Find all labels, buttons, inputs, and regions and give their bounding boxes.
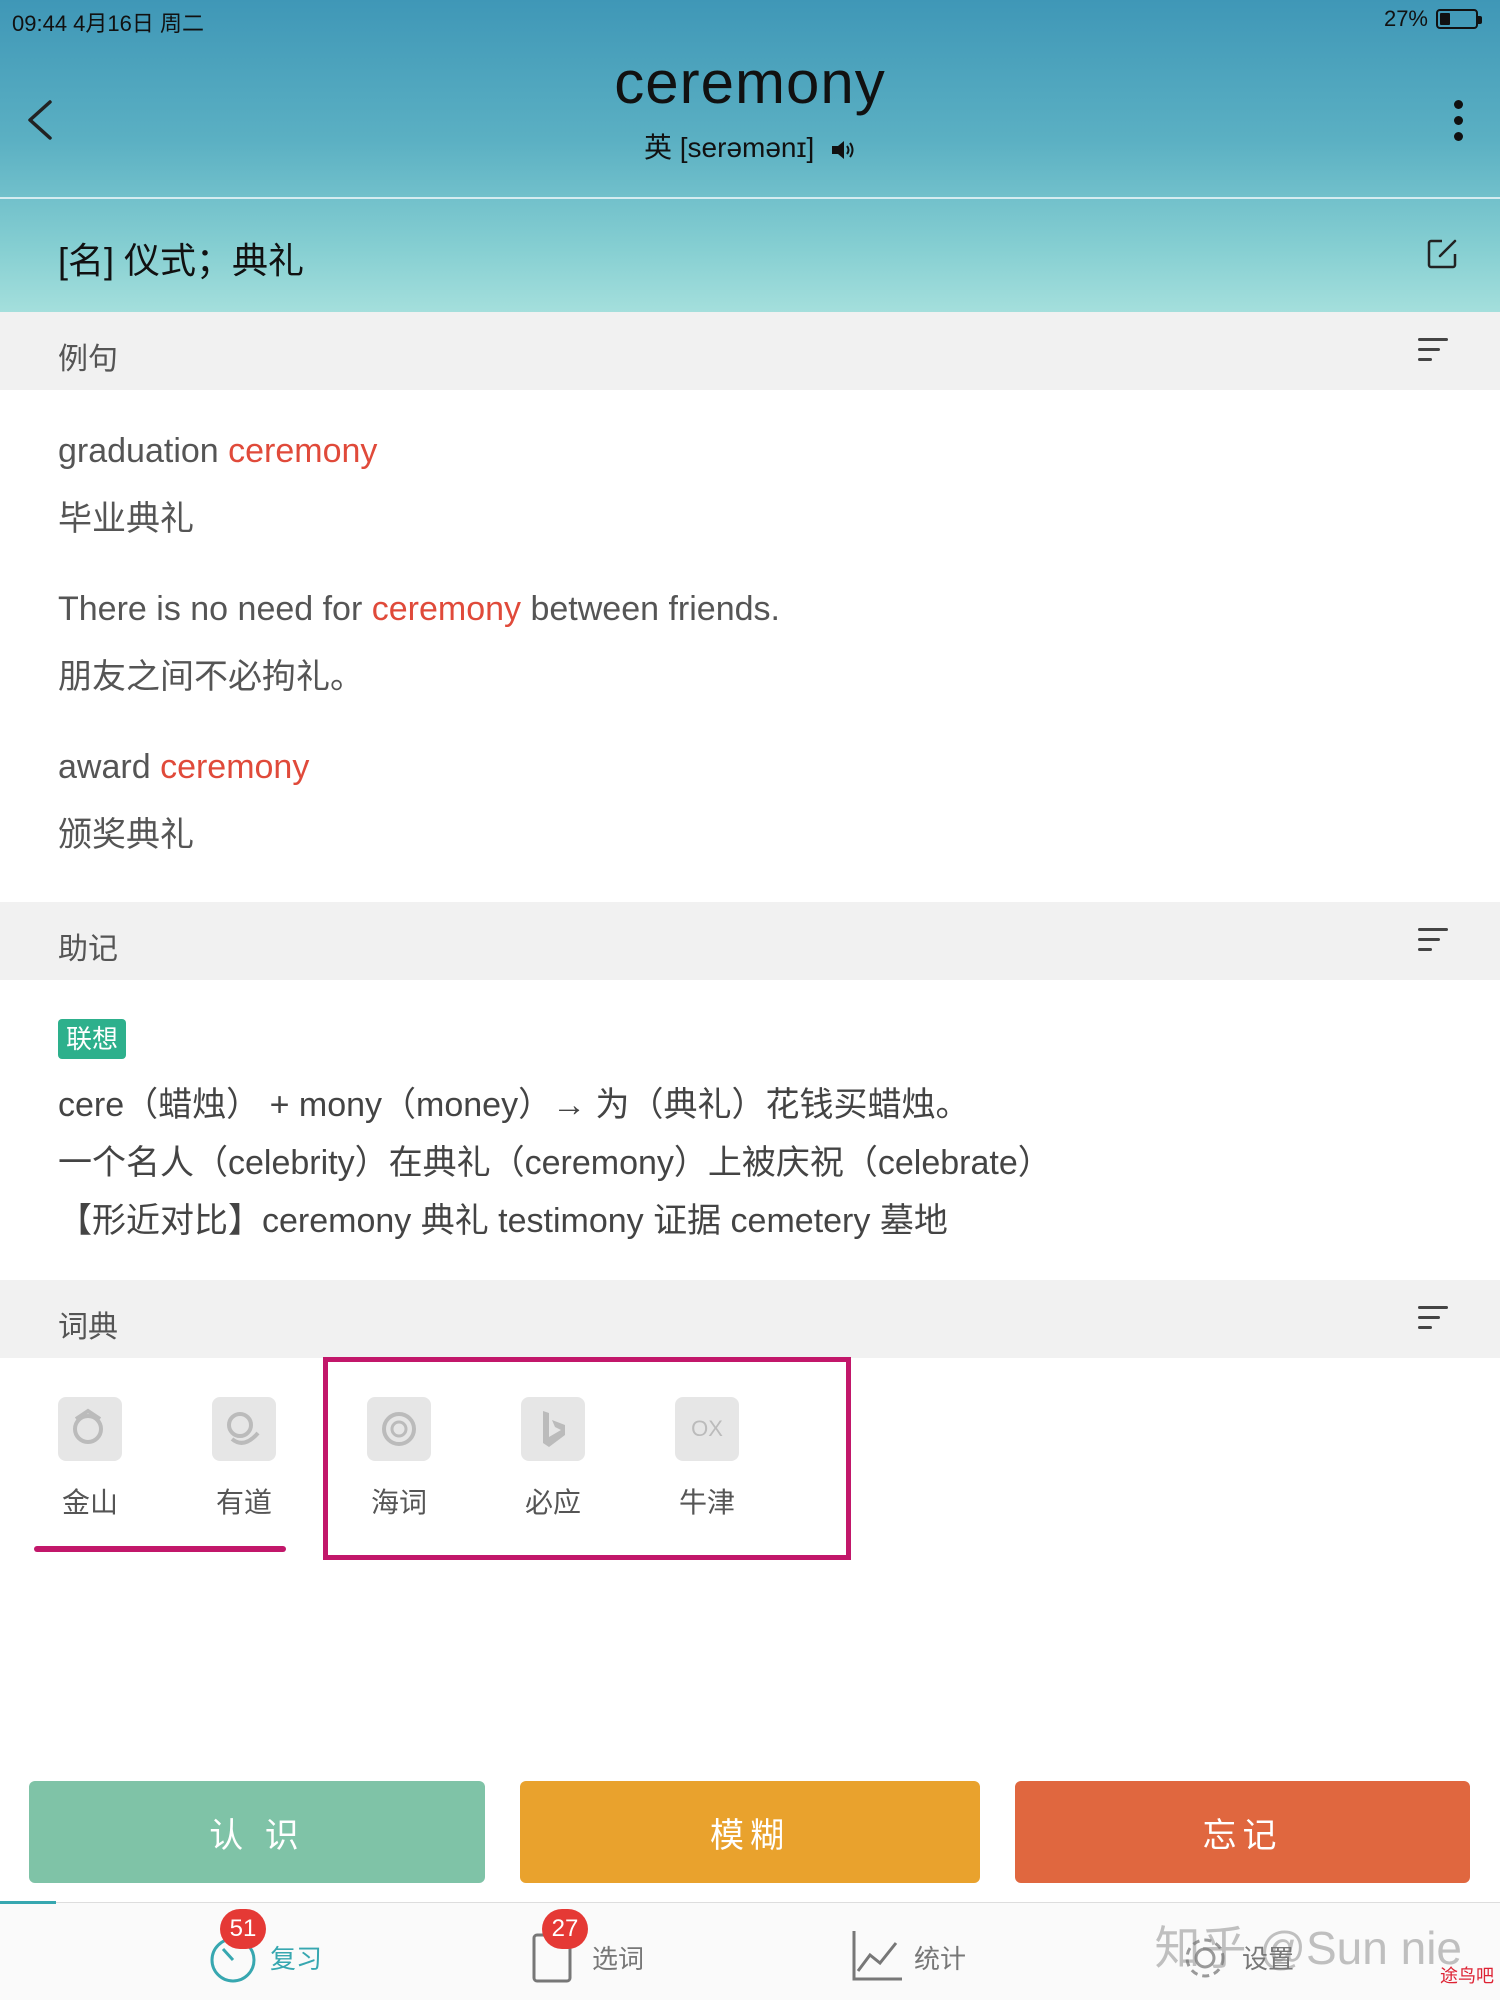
mnemonic-line: 【形近对比】ceremony 典礼 testimony 证据 cemetery … [58,1202,948,1240]
association-tag: 联想 [58,1019,127,1059]
dictionary-label: 金山 [61,1487,118,1518]
edit-icon[interactable] [1424,236,1460,272]
forget-button[interactable]: 忘记 [1015,1781,1470,1883]
phonetic-text: 英 [serəmənɪ] [643,132,815,163]
youdao-icon [212,1397,276,1461]
status-bar: 09:44 4月16日 周二 27% [0,0,1500,40]
dictionary-label: 有道 [215,1487,272,1518]
dictionary-youdao[interactable]: 有道 [184,1397,304,1521]
sort-icon[interactable] [1418,1304,1450,1332]
example-highlight: ceremony [228,432,378,470]
example-zh: 朋友之间不必拘礼。 [58,658,364,696]
dictionary-title: 词典 [58,1311,118,1344]
mnemonic-title: 助记 [58,933,118,966]
mnemonic-line: cere（蜡烛） + mony（money）→ 为（典礼）花钱买蜡烛。 [58,1086,970,1124]
mnemonic-line: 一个名人（celebrity）在典礼（ceremony）上被庆祝（celebra… [58,1144,1052,1182]
examples-title: 例句 [58,343,118,376]
example-en: There is no need for ceremony between fr… [58,590,780,628]
battery-percentage: 27% [1383,6,1428,31]
example-sentence: There is no need for ceremony between fr… [58,589,780,697]
dictionary-jinshan[interactable]: 金山 [30,1397,150,1521]
word-definition: [名] 仪式；典礼 [58,240,305,281]
examples-section-header: 例句 [0,312,1500,390]
speaker-icon[interactable] [830,138,856,162]
tab-label: 选词 [592,1944,645,1974]
word-header: 09:44 4月16日 周二 27% ceremony 英 [serəmənɪ]… [0,0,1500,312]
example-zh: 颁奖典礼 [58,816,194,854]
example-en: graduation ceremony [58,432,378,470]
header-divider [0,197,1500,199]
word-title: ceremony [614,49,886,116]
tab-select-words[interactable]: 27 选词 [530,1909,650,1985]
example-zh: 毕业典礼 [58,500,194,538]
sort-icon[interactable] [1418,336,1450,364]
example-highlight: ceremony [160,748,310,786]
chart-icon [852,1931,902,1981]
example-sentence: graduation ceremony 毕业典礼 [58,431,377,539]
phonetic-row: 英 [serəmənɪ] [0,126,1500,166]
sort-icon[interactable] [1418,926,1450,954]
example-sentence: award ceremony 颁奖典礼 [58,747,309,855]
watermark: 知乎 @Sun nie [1154,1922,1463,1974]
tab-label: 统计 [914,1944,967,1974]
example-en: award ceremony [58,748,310,786]
annotation-underline [34,1546,286,1552]
review-badge: 51 [220,1909,266,1949]
mnemonic-section-header: 助记 [0,902,1500,980]
example-highlight: ceremony [371,590,522,628]
vague-button[interactable]: 模糊 [520,1781,980,1883]
dictionary-section-header: 词典 [0,1280,1500,1358]
select-words-badge: 27 [542,1909,588,1949]
active-tab-indicator [0,1901,56,1904]
status-time: 09:44 4月16日 周二 [12,11,204,36]
know-button[interactable]: 认 识 [29,1781,485,1883]
watermark-logo: 途鸟吧 [1440,1966,1494,1986]
tab-review[interactable]: 51 复习 [208,1909,328,1985]
battery-icon [1436,9,1482,29]
tab-statistics[interactable]: 统计 [850,1925,970,1985]
jinshan-icon [58,1397,122,1461]
annotation-highlight-box [323,1357,851,1560]
tab-label: 复习 [270,1944,323,1974]
more-options-icon[interactable] [1446,96,1470,144]
